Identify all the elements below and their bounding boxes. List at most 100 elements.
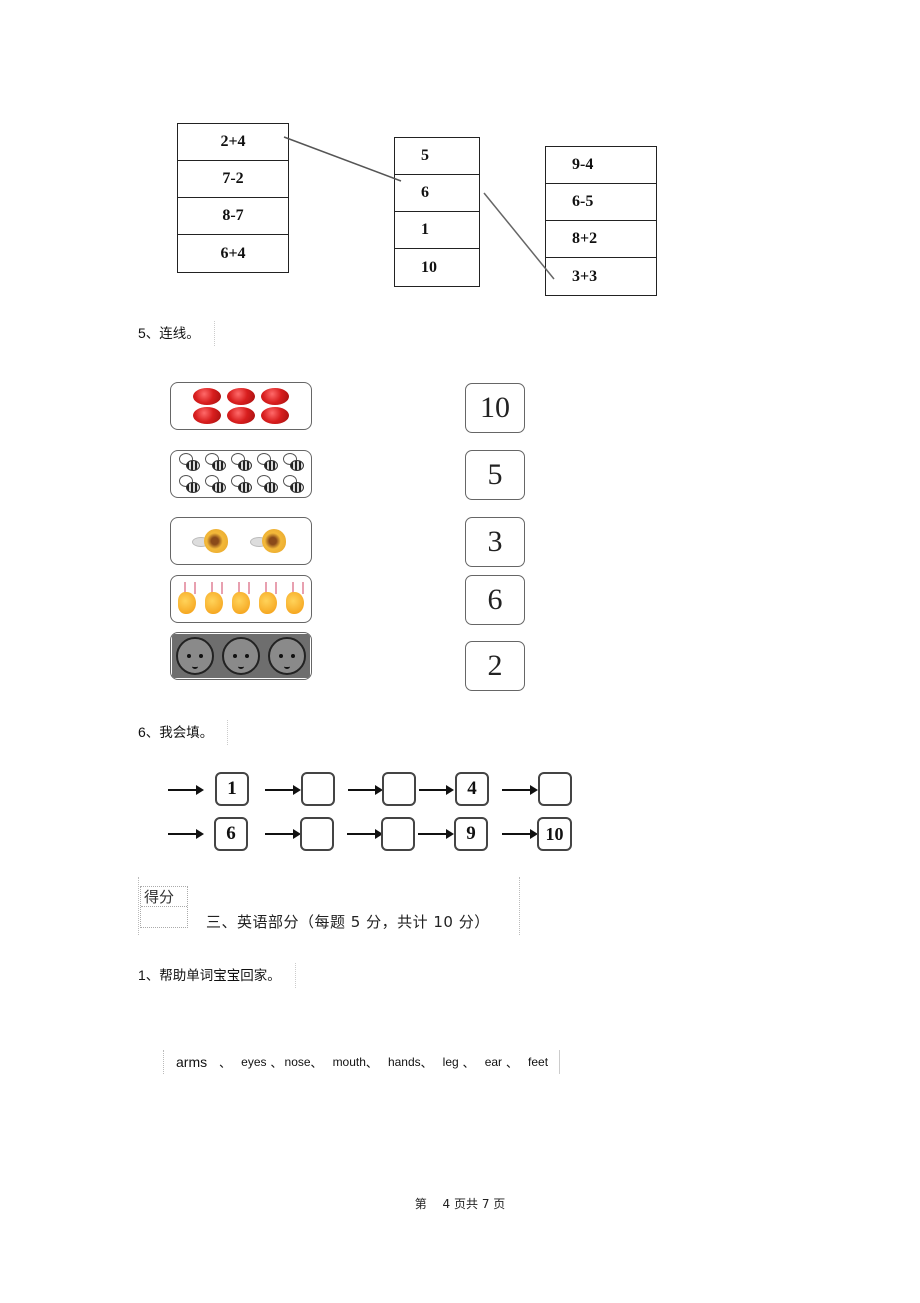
arrow-right-icon [168, 785, 204, 795]
sequence-blank-input[interactable] [301, 772, 335, 806]
table-cell[interactable]: 5 [395, 138, 479, 175]
page-footer: 第 4 页共 7 页 [414, 1197, 506, 1211]
apple-icon [261, 387, 289, 405]
table-cell[interactable]: 9-4 [546, 147, 656, 184]
sequence-box[interactable]: 1 [215, 772, 249, 806]
table-cell[interactable]: 3+3 [546, 258, 656, 295]
bee-icon [178, 453, 200, 471]
bee-icon [204, 453, 226, 471]
sequence-box[interactable]: 10 [537, 817, 572, 851]
separator: 、 [270, 1055, 283, 1070]
number-table-middle: 5 6 1 10 [394, 137, 480, 287]
question-title: 、我会填。 [145, 725, 214, 741]
table-cell[interactable]: 8-7 [178, 198, 288, 235]
separator: 、 [310, 1055, 323, 1070]
arrow-right-icon [347, 829, 383, 839]
face-group [172, 634, 310, 678]
table-cell[interactable]: 10 [395, 249, 479, 286]
bee-icon [230, 475, 252, 493]
question-number: 5 [138, 325, 146, 341]
expression-table-left: 2+4 7-2 8-7 6+4 [177, 123, 289, 273]
fish-icon [192, 525, 232, 557]
score-input[interactable] [141, 907, 187, 927]
table-cell[interactable]: 7-2 [178, 161, 288, 198]
question-number: 1 [138, 967, 146, 983]
sequence-blank-input[interactable] [381, 817, 415, 851]
sequence-box[interactable]: 9 [454, 817, 488, 851]
sequence-blank-input[interactable] [538, 772, 572, 806]
bee-icon [256, 453, 278, 471]
connection-line-6-to-3plus3 [483, 192, 555, 280]
bee-group [178, 453, 304, 495]
number-card[interactable]: 10 [465, 383, 525, 433]
table-cell[interactable]: 6-5 [546, 184, 656, 221]
score-box: 得分 [140, 886, 188, 928]
question-title: 、连线。 [145, 326, 200, 342]
separator: 、 [462, 1055, 475, 1070]
arrow-right-icon [418, 829, 454, 839]
number-card[interactable]: 6 [465, 575, 525, 625]
separator: 、 [365, 1055, 378, 1070]
number-card[interactable]: 3 [465, 517, 525, 567]
question-number: 6 [138, 724, 146, 740]
arrow-right-icon [265, 829, 301, 839]
sequence-blank-input[interactable] [382, 772, 416, 806]
apple-icon [227, 406, 255, 424]
separator: 、 [219, 1055, 232, 1070]
arrow-right-icon [168, 829, 204, 839]
connection-line-2plus4-to-6 [283, 136, 402, 182]
question-title: 、帮助单词宝宝回家。 [145, 968, 281, 984]
table-cell[interactable]: 8+2 [546, 221, 656, 258]
bee-icon [178, 475, 200, 493]
expression-table-right: 9-4 6-5 8+2 3+3 [545, 146, 657, 296]
english-question-1-heading: 1、帮助单词宝宝回家。 [138, 963, 296, 988]
picture-box-shrimp[interactable] [170, 575, 312, 623]
shrimp-icon [230, 582, 252, 616]
arrow-right-icon [502, 785, 538, 795]
table-cell[interactable]: 1 [395, 212, 479, 249]
word-item[interactable]: eyes [241, 1055, 266, 1069]
word-bank: arms 、 eyes 、 nose 、 mouth 、 hands 、 leg… [163, 1050, 560, 1074]
word-item[interactable]: ear [485, 1055, 502, 1069]
girl-face-icon [268, 637, 306, 675]
picture-box-bees[interactable] [170, 450, 312, 498]
sequence-box[interactable]: 6 [214, 817, 248, 851]
bee-icon [230, 453, 252, 471]
picture-box-faces[interactable] [170, 632, 312, 680]
table-cell[interactable]: 6+4 [178, 235, 288, 272]
score-label: 得分 [141, 887, 187, 907]
word-item[interactable]: arms [176, 1054, 207, 1070]
picture-box-fish[interactable] [170, 517, 312, 565]
arrow-right-icon [348, 785, 383, 795]
apple-icon [193, 406, 221, 424]
sequence-blank-input[interactable] [300, 817, 334, 851]
shrimp-icon [284, 582, 306, 616]
picture-box-apples[interactable] [170, 382, 312, 430]
shrimp-icon [203, 582, 225, 616]
question-5-heading: 5、连线。 [138, 321, 215, 346]
word-item[interactable]: hands [388, 1055, 421, 1069]
apple-group [193, 387, 289, 425]
arrow-right-icon [265, 785, 301, 795]
fish-group [192, 525, 290, 557]
table-cell[interactable]: 6 [395, 175, 479, 212]
shrimp-icon [176, 582, 198, 616]
bee-icon [204, 475, 226, 493]
apple-icon [261, 406, 289, 424]
apple-icon [227, 387, 255, 405]
bee-icon [256, 475, 278, 493]
arrow-right-icon [502, 829, 538, 839]
table-cell[interactable]: 2+4 [178, 124, 288, 161]
separator: 、 [420, 1055, 433, 1070]
word-item[interactable]: leg [443, 1055, 459, 1069]
word-item[interactable]: feet [528, 1055, 548, 1069]
number-card[interactable]: 2 [465, 641, 525, 691]
word-item[interactable]: mouth [333, 1055, 366, 1069]
shrimp-icon [257, 582, 279, 616]
sequence-box[interactable]: 4 [455, 772, 489, 806]
word-item[interactable]: nose [285, 1055, 311, 1069]
arrow-right-icon [419, 785, 454, 795]
bee-icon [282, 475, 304, 493]
section-3-title: 三、英语部分（每题 5 分，共计 10 分） [206, 913, 490, 931]
number-card[interactable]: 5 [465, 450, 525, 500]
